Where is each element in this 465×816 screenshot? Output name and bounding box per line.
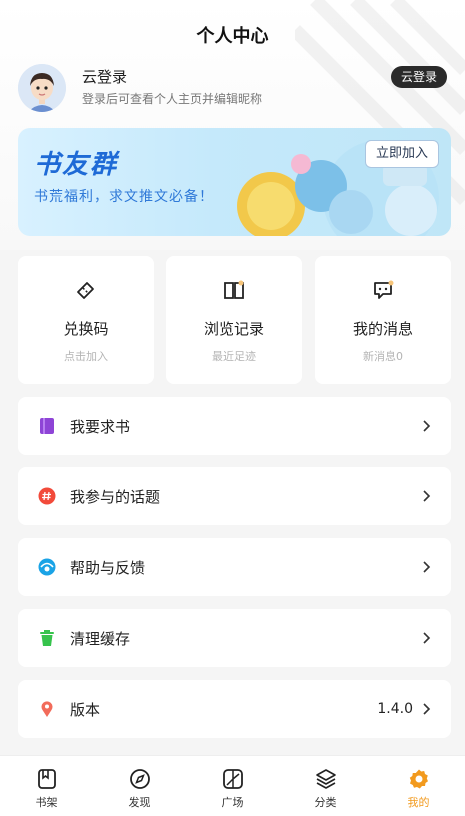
card-my-messages[interactable]: 我的消息 新消息0 (315, 256, 451, 384)
menu-help-feedback[interactable]: 帮助与反馈 (18, 538, 451, 596)
card-subtext: 新消息0 (363, 350, 403, 363)
menu-label: 帮助与反馈 (70, 559, 146, 577)
menu-clear-cache[interactable]: 清理缓存 (18, 609, 451, 667)
menu-label: 我要求书 (70, 418, 131, 436)
trash-icon (40, 630, 54, 646)
tab-label: 分类 (314, 796, 337, 809)
card-subtext: 最近足迹 (212, 350, 256, 363)
banner-title: 书友群 (34, 150, 119, 180)
login-button[interactable]: 云登录 (390, 66, 447, 88)
card-label: 兑换码 (63, 320, 109, 338)
tab-label: 我的 (407, 796, 430, 809)
book-open-icon (224, 280, 244, 299)
card-label: 浏览记录 (203, 320, 264, 338)
gear-icon (409, 769, 428, 789)
menu-my-topics[interactable]: 我参与的话题 (18, 467, 451, 525)
avatar-icon (18, 64, 66, 112)
user-name: 云登录 (82, 68, 128, 86)
quick-cards: 兑换码 点击加入 浏览记录 最近足迹 我的消息 新消息0 (18, 256, 451, 384)
tab-plaza[interactable]: 广场 (186, 756, 279, 816)
menu-version[interactable]: 版本 1.4.0 (18, 680, 451, 738)
tab-category[interactable]: 分类 (279, 756, 372, 816)
banner-subtitle: 书荒福利，求文推文必备！ (34, 189, 214, 205)
card-subtext: 点击加入 (64, 350, 108, 363)
user-row[interactable]: 云登录 登录后可查看个人主页并编辑昵称 云登录 (18, 64, 447, 112)
menu-label: 我参与的话题 (70, 488, 161, 506)
message-icon (374, 280, 394, 299)
bottom-tab-bar: 书架 发现 广场 分类 我的 (0, 755, 465, 816)
menu-label: 清理缓存 (70, 630, 131, 648)
chevron-right-icon (423, 420, 431, 432)
tab-discover[interactable]: 发现 (93, 756, 186, 816)
card-label: 我的消息 (352, 320, 413, 338)
help-icon (38, 558, 56, 576)
tab-label: 书架 (35, 796, 58, 809)
card-redeem-code[interactable]: 兑换码 点击加入 (18, 256, 154, 384)
card-browse-history[interactable]: 浏览记录 最近足迹 (166, 256, 302, 384)
location-pin-icon (41, 701, 53, 717)
layers-icon (315, 769, 336, 789)
tab-label: 发现 (128, 796, 151, 809)
chevron-right-icon (423, 561, 431, 573)
topic-icon (38, 487, 56, 505)
book-request-icon (40, 418, 54, 434)
tab-bookshelf[interactable]: 书架 (0, 756, 93, 816)
menu-label: 版本 (70, 701, 101, 719)
book-group-banner[interactable]: 书友群 书荒福利，求文推文必备！ 立即加入 (18, 128, 451, 236)
menu-request-book[interactable]: 我要求书 (18, 397, 451, 455)
ticket-icon (77, 282, 94, 299)
version-value: 1.4.0 (377, 701, 413, 717)
user-hint: 登录后可查看个人主页并编辑昵称 (82, 92, 263, 106)
chevron-right-icon (423, 703, 431, 715)
compass-icon (129, 769, 150, 789)
tab-label: 广场 (221, 796, 244, 809)
bookshelf-icon (37, 769, 56, 789)
tab-mine[interactable]: 我的 (372, 756, 465, 816)
page-title: 个人中心 (196, 26, 269, 47)
plaza-icon (222, 769, 243, 789)
chevron-right-icon (423, 632, 431, 644)
avatar[interactable] (18, 64, 66, 112)
join-now-button[interactable]: 立即加入 (364, 140, 439, 168)
chevron-right-icon (423, 490, 431, 502)
